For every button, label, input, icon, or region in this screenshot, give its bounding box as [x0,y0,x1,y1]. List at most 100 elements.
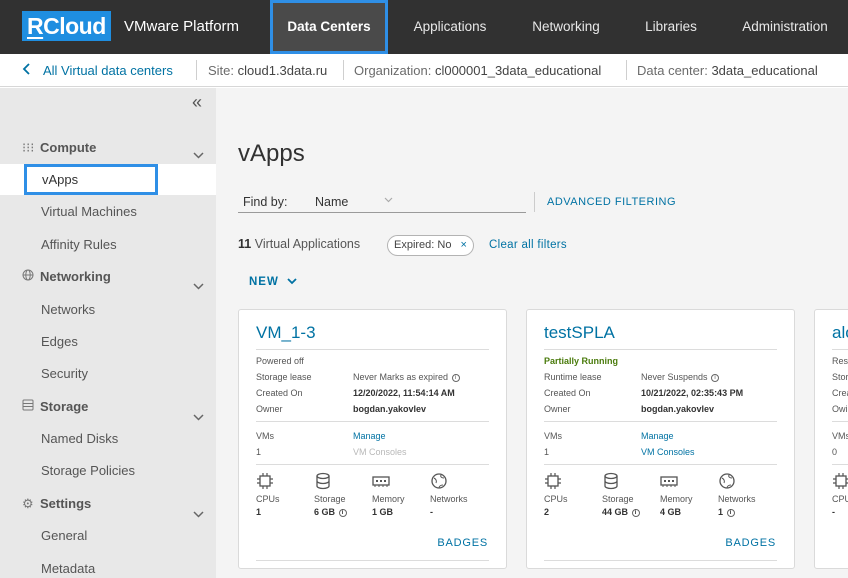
organization-info: Organization: cl000001_3data_educational [354,63,602,78]
sidebar-item-general[interactable]: General [41,528,87,543]
networks-stat: Networks - [430,472,490,517]
divider [544,560,777,561]
divider [832,464,848,465]
data-center-info: Data center: 3data_educational [637,63,818,78]
storage-stat: Storage 44 GB i [602,472,662,517]
divider [832,421,848,422]
gear-icon: ⚙ [22,496,34,511]
sidebar-item-security[interactable]: Security [41,366,88,381]
database-icon [316,472,330,490]
sidebar-item-named-disks[interactable]: Named Disks [41,431,118,446]
chevron-down-icon [287,276,297,288]
divider [256,349,489,350]
sidebar-section-storage[interactable]: Storage [22,399,88,414]
top-navigation-bar: RCloud VMware Platform Data Centers Appl… [0,0,848,54]
sidebar-section-settings[interactable]: ⚙ Settings [22,496,91,512]
divider [256,464,489,465]
memory-stat: Memory 4 GB [660,472,720,517]
status-text: Res [832,356,848,366]
divider [256,421,489,422]
rcloud-logo[interactable]: RCloud [22,11,111,41]
back-to-virtual-data-centers-link[interactable]: All Virtual data centers [43,63,173,78]
database-icon [22,399,36,414]
chevron-down-icon[interactable] [193,150,204,162]
info-icon[interactable]: i [711,373,720,382]
cpus-stat: CPU - [832,472,848,517]
divider [832,349,848,350]
manage-link[interactable]: Manage [641,431,674,441]
find-by-select[interactable]: Find by: Name [238,191,526,213]
brand-title: VMware Platform [124,18,240,35]
vapp-title-link[interactable]: testSPLA [544,323,615,343]
tab-applications[interactable]: Applications [398,0,502,54]
chevron-down-icon[interactable] [193,412,204,424]
sidebar-item-affinity-rules[interactable]: Affinity Rules [41,237,117,252]
sidebar: « ⁝⁝⁝ Compute vApps Virtual Machines Affi… [0,88,216,578]
memory-stat: Memory 1 GB [372,472,432,517]
tab-data-centers[interactable]: Data Centers [270,0,388,54]
vapp-count: 11 Virtual Applications [238,237,361,251]
cpus-stat: CPUs 2 [544,472,604,517]
badges-button[interactable]: BADGES [437,537,488,549]
find-by-value: Name [315,195,349,209]
lease-value: Never Suspends i [641,372,720,382]
cpu-icon [833,473,848,489]
memory-icon [660,476,678,487]
vapp-title-link[interactable]: alo [832,323,848,343]
sidebar-item-virtual-machines[interactable]: Virtual Machines [41,204,137,219]
status-text: Partially Running [544,356,619,366]
tab-administration[interactable]: Administration [728,0,842,54]
cpus-stat: CPUs 1 [256,472,316,517]
database-icon [604,472,618,490]
status-text: Powered off [256,356,304,366]
chevron-down-icon [384,195,393,206]
advanced-filtering-link[interactable]: ADVANCED FILTERING [547,196,676,208]
storage-stat: Storage 6 GB i [314,472,374,517]
badges-button[interactable]: BADGES [725,537,776,549]
chevron-down-icon[interactable] [193,509,204,521]
vapp-card[interactable]: VM_1-3 Powered off Storage lease Never M… [238,309,507,569]
context-bar: All Virtual data centers Site: cloud1.3d… [0,54,848,87]
divider [544,421,777,422]
tab-libraries[interactable]: Libraries [630,0,712,54]
lease-value: Never Marks as expired i [353,372,460,382]
sidebar-section-compute[interactable]: ⁝⁝⁝ Compute [22,140,96,156]
sidebar-item-metadata[interactable]: Metadata [41,561,95,576]
info-icon[interactable]: i [726,508,735,517]
vapp-title-link[interactable]: VM_1-3 [256,323,316,343]
divider [343,60,344,80]
vm-consoles-link: VM Consoles [353,447,407,457]
filter-chip-expired: Expired: No × [387,235,474,256]
manage-link[interactable]: Manage [353,431,386,441]
sidebar-section-networking[interactable]: Networking [22,269,111,284]
info-icon[interactable]: i [451,373,460,382]
remove-filter-icon[interactable]: × [461,239,467,251]
vapp-card[interactable]: testSPLA Partially Running Runtime lease… [526,309,795,569]
sidebar-item-networks[interactable]: Networks [41,302,95,317]
vm-consoles-link[interactable]: VM Consoles [641,447,695,457]
info-icon[interactable]: i [338,508,347,517]
divider [544,464,777,465]
sidebar-item-edges[interactable]: Edges [41,334,78,349]
tab-networking[interactable]: Networking [518,0,614,54]
site-info: Site: cloud1.3data.ru [208,63,328,78]
main-content: vApps Find by: Name ADVANCED FILTERING 1… [216,88,848,578]
globe-icon [431,473,447,489]
chevron-left-icon[interactable] [22,63,31,78]
info-icon[interactable]: i [631,508,640,517]
new-button[interactable]: NEW [249,276,297,288]
cpu-icon [545,473,561,489]
globe-icon [22,269,36,284]
cpu-icon [257,473,273,489]
vapp-card[interactable]: alo Res Stor Crea Owi VMs 0 CPU- [814,309,848,569]
collapse-sidebar-icon[interactable]: « [192,92,202,113]
divider [626,60,627,80]
clear-all-filters-link[interactable]: Clear all filters [489,239,567,251]
page-title: vApps [238,140,305,167]
divider [534,192,535,212]
sidebar-item-vapps[interactable]: vApps [24,164,158,195]
divider [544,349,777,350]
divider [196,60,197,80]
chevron-down-icon[interactable] [193,281,204,293]
sidebar-item-storage-policies[interactable]: Storage Policies [41,463,135,478]
